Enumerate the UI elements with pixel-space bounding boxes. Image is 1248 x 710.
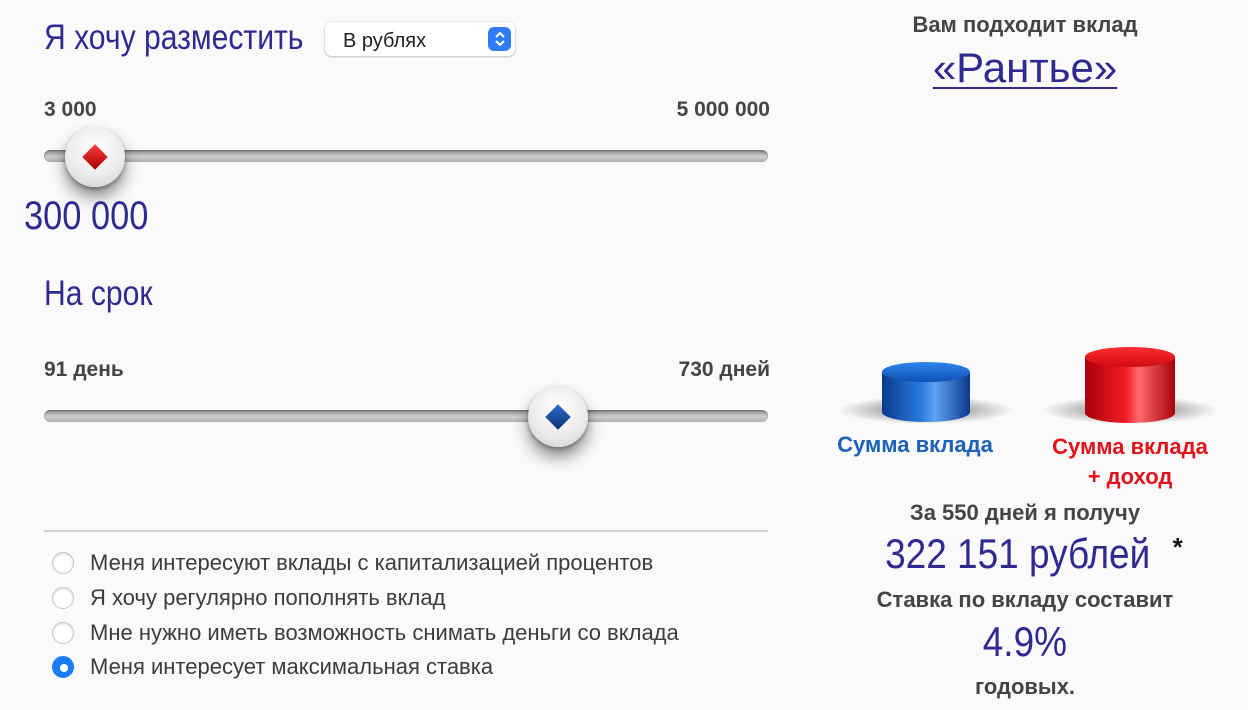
rate-caption: Ставка по вкладу составит (876, 587, 1174, 612)
radio-button[interactable] (52, 552, 74, 574)
result-amount: 322 151 рублей * (860, 530, 1190, 578)
option-label: Меня интересуют вклады с капитализацией … (90, 550, 654, 575)
result-amount-value: 322 151 рублей (885, 530, 1151, 577)
rate-unit: годовых. (974, 674, 1076, 699)
blue-deposit-puck-icon (836, 340, 1016, 430)
option-replenish[interactable]: Я хочу регулярно пополнять вклад (52, 583, 445, 613)
currency-select[interactable]: В рублях (325, 22, 515, 56)
rate-value: 4.9% (860, 618, 1190, 666)
amount-slider-handle[interactable] (65, 127, 125, 187)
amount-min-label: 3 000 (44, 98, 97, 121)
term-max-label: 730 дней (678, 358, 770, 381)
option-capitalization[interactable]: Меня интересуют вклады с капитализацией … (52, 548, 653, 578)
term-heading: На срок (44, 274, 153, 313)
deposit-name[interactable]: «Рантье» (933, 44, 1117, 91)
option-withdraw[interactable]: Мне нужно иметь возможность снимать день… (52, 618, 679, 648)
term-min-label: 91 день (44, 358, 124, 381)
term-slider-handle[interactable] (528, 387, 588, 447)
divider (44, 530, 768, 532)
footnote-asterisk: * (1172, 532, 1183, 562)
option-label: Я хочу регулярно пополнять вклад (90, 585, 446, 610)
legend-income-line2: + доход (1087, 464, 1173, 489)
recommendation-title: Вам подходит вклад (912, 12, 1138, 37)
red-income-puck-icon (1040, 335, 1220, 425)
deposit-name-link[interactable]: «Рантье» (870, 44, 1180, 92)
legend-deposit-label: Сумма вклада (837, 432, 993, 457)
option-label: Меня интересует максимальная ставка (90, 654, 494, 679)
radio-button-selected[interactable] (52, 656, 74, 678)
period-text: За 550 дней я получу (909, 500, 1141, 525)
radio-button[interactable] (52, 587, 74, 609)
amount-max-label: 5 000 000 (676, 98, 770, 121)
chevron-up-down-icon (488, 27, 511, 51)
term-slider-track[interactable] (44, 410, 768, 422)
amount-value: 300 000 (24, 194, 149, 238)
legend-income-line1: Сумма вклада (1052, 434, 1208, 459)
amount-heading: Я хочу разместить (44, 18, 304, 57)
radio-button[interactable] (52, 622, 74, 644)
option-label: Мне нужно иметь возможность снимать день… (90, 620, 679, 645)
option-max-rate[interactable]: Меня интересует максимальная ставка (52, 652, 493, 682)
legend-income-label: Сумма вклада + доход (1040, 432, 1220, 492)
rate-value-text: 4.9% (982, 618, 1068, 665)
blue-diamond-icon (545, 404, 571, 430)
amount-slider-track[interactable] (44, 150, 768, 162)
currency-select-value: В рублях (343, 30, 427, 52)
red-diamond-icon (82, 144, 108, 170)
